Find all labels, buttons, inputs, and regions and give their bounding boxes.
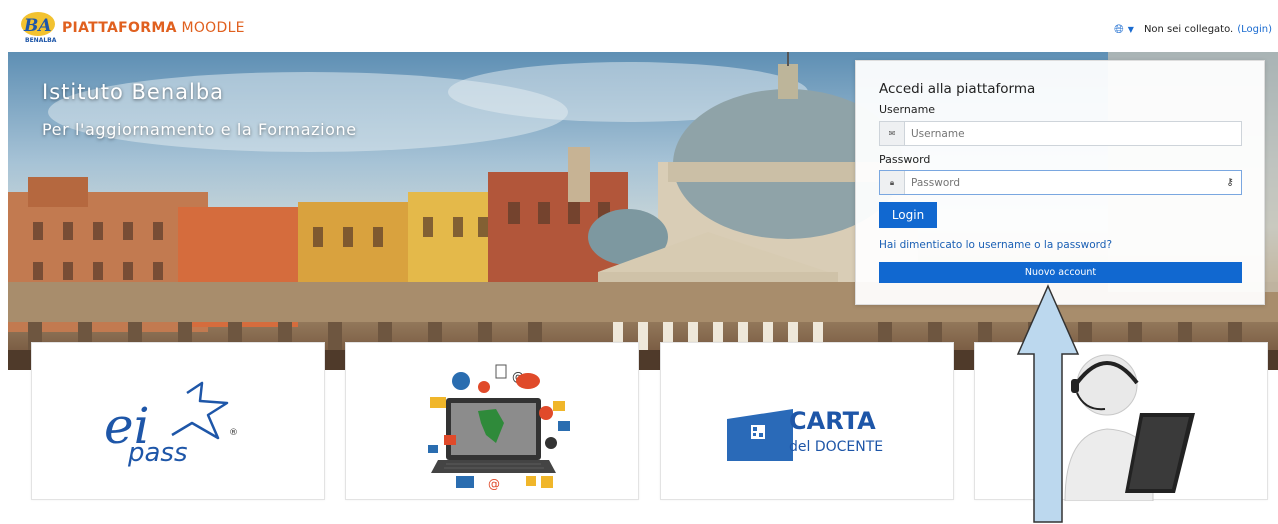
lock-icon: 🔒︎ — [880, 171, 905, 194]
svg-text:BA: BA — [23, 16, 52, 36]
chevron-down-icon[interactable]: ▼ — [1128, 25, 1134, 34]
pointer-arrow-annotation — [1016, 284, 1080, 523]
svg-text:del DOCENTE: del DOCENTE — [789, 439, 883, 455]
user-status: 🌐︎ ▼ Non sei collegato. (Login) — [1114, 22, 1272, 37]
globe-icon[interactable]: 🌐︎ — [1114, 22, 1124, 37]
svg-text:BENALBA: BENALBA — [25, 37, 57, 44]
benalba-logo[interactable]: BA BENALBA — [20, 10, 58, 44]
hero-subtitle: Per l'aggiornamento e la Formazione — [42, 120, 357, 139]
login-link[interactable]: (Login) — [1237, 24, 1272, 35]
password-label: Password — [879, 153, 931, 166]
card-eipass[interactable]: ei pass ® — [31, 342, 325, 500]
password-field-group: 🔒︎ ⚷ — [879, 170, 1242, 195]
new-account-button[interactable]: Nuovo account — [879, 262, 1242, 283]
username-label: Username — [879, 103, 936, 116]
top-navbar: BA BENALBA PIATTAFORMA MOODLE 🌐︎ ▼ Non s… — [0, 0, 1278, 52]
status-text: Non sei collegato. — [1143, 24, 1234, 35]
carta-docente-logo: CARTA del DOCENTE — [727, 407, 883, 461]
envelope-icon: ✉ — [880, 122, 905, 145]
svg-text:®: ® — [229, 428, 238, 438]
forgot-password-link[interactable]: Hai dimenticato lo username o la passwor… — [879, 239, 1112, 251]
eipass-logo: ei pass ® — [104, 381, 238, 468]
card-digital-communication[interactable]: @ @ — [345, 342, 639, 500]
login-panel: Accedi alla piattaforma Username ✉ Passw… — [855, 60, 1265, 305]
svg-text:CARTA: CARTA — [789, 407, 876, 435]
brand-bold: PIATTAFORMA — [62, 20, 177, 36]
brand-light: MOODLE — [181, 20, 245, 36]
brand-title[interactable]: PIATTAFORMA MOODLE — [62, 20, 245, 36]
login-title: Accedi alla piattaforma — [879, 81, 1036, 97]
svg-text:pass: pass — [127, 438, 188, 468]
login-button[interactable]: Login — [879, 202, 937, 228]
username-input[interactable] — [905, 122, 1241, 145]
password-input[interactable] — [905, 171, 1219, 194]
card-carta-docente[interactable]: CARTA del DOCENTE — [660, 342, 954, 500]
laptop-communication-icon: @ @ — [428, 364, 570, 491]
svg-text:@: @ — [488, 477, 500, 491]
username-field-group: ✉ — [879, 121, 1242, 146]
hero-title: Istituto Benalba — [42, 80, 225, 104]
key-icon[interactable]: ⚷ — [1219, 171, 1241, 194]
